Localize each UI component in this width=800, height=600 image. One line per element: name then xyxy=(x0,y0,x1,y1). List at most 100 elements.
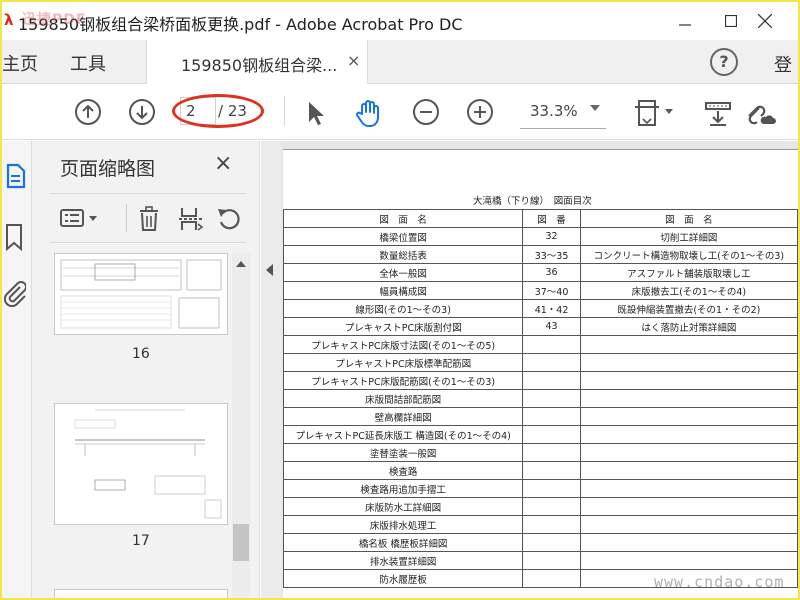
title-bar: λ 159850钢板组合梁桥面板更换.pdf - Adobe Acrobat P… xyxy=(2,2,798,40)
table-cell: 床版間詰部配筋図 xyxy=(282,389,524,408)
acrobat-window: λ 159850钢板组合梁桥面板更换.pdf - Adobe Acrobat P… xyxy=(2,2,798,598)
logo-watermark: 迅捷PDF xyxy=(22,12,87,28)
table-cell xyxy=(579,497,798,516)
document-view[interactable]: 大滝橋（下り線） 図面目次 図 面 名 図 番 図 面 名 橋梁位置図 32 切削工… xyxy=(281,141,798,598)
link-cloud-icon[interactable] xyxy=(742,96,778,130)
table-cell: はく落防止対策詳細図 xyxy=(579,317,798,336)
table-cell: 既設伸縮装置撤去(その1・その2) xyxy=(579,299,798,318)
table-row: プレキャストPC床版配筋図(その1～その3) xyxy=(282,371,798,390)
table-cell: 壁高欄詳細図 xyxy=(282,407,524,426)
table-row: 検査路 xyxy=(282,461,798,480)
table-cell: プレキャストPC延長床版工 構造図(その1～その4) xyxy=(282,425,524,444)
zoom-dropdown-icon[interactable] xyxy=(590,105,600,111)
panel-title: 页面缩略图 xyxy=(60,158,156,180)
zoom-out-icon[interactable] xyxy=(410,96,442,128)
main-toolbar: 2 / 23 33.3% xyxy=(2,84,798,140)
trash-icon[interactable] xyxy=(136,204,162,234)
help-icon[interactable]: ? xyxy=(710,48,738,76)
thumbnails-icon[interactable] xyxy=(2,161,30,191)
table-cell xyxy=(522,407,581,426)
zoom-level[interactable]: 33.3% xyxy=(530,102,578,120)
table-row: 線形図(その1～その3) 41・42 既設伸縮装置撤去(その1・その2) xyxy=(282,299,798,318)
table-cell xyxy=(522,353,581,372)
table-cell xyxy=(579,389,798,408)
thumbnail-drawing xyxy=(74,409,222,519)
table-cell xyxy=(579,551,798,570)
table-cell xyxy=(522,335,581,354)
select-arrow-icon[interactable] xyxy=(302,98,330,128)
login-link[interactable]: 登 xyxy=(774,51,792,77)
table-cell xyxy=(579,461,798,480)
extract-page-icon[interactable] xyxy=(176,204,206,234)
table-cell: 数量総括表 xyxy=(282,245,524,264)
panel-collapse-handle[interactable] xyxy=(261,141,281,598)
bookmark-icon[interactable] xyxy=(2,221,26,253)
column-header: 図 面 名 xyxy=(579,209,798,228)
table-header-row: 図 面 名 図 番 図 面 名 xyxy=(282,209,798,228)
table-row: 橋梁位置図 32 切削工詳細図 xyxy=(282,227,798,246)
home-tab[interactable]: 主页 xyxy=(2,50,38,76)
close-window-button[interactable] xyxy=(742,6,788,36)
table-cell: 線形図(その1～その3) xyxy=(282,299,524,318)
document-tab[interactable]: 159850钢板组合梁... × xyxy=(146,40,368,84)
table-cell xyxy=(522,533,581,552)
thumbnail-page-17[interactable] xyxy=(54,403,228,525)
pdf-page: 大滝橋（下り線） 図面目次 図 面 名 図 番 図 面 名 橋梁位置図 32 切削工… xyxy=(282,149,798,598)
table-cell: 排水装置詳細図 xyxy=(282,551,524,570)
table-row: プレキャストPC床版標準配筋図 xyxy=(282,353,798,372)
toolbar-divider xyxy=(284,96,285,126)
thumbnail-drawing xyxy=(60,259,222,329)
document-heading: 大滝橋（下り線） 図面目次 xyxy=(473,196,592,207)
site-watermark: www.cndao.com xyxy=(654,573,785,591)
table-cell xyxy=(579,515,798,534)
table-cell: 全体一般図 xyxy=(282,263,524,282)
minimize-button[interactable] xyxy=(662,6,708,36)
table-cell xyxy=(522,479,581,498)
table-cell: 幅員構成図 xyxy=(282,281,524,300)
table-cell xyxy=(522,461,581,480)
table-cell xyxy=(579,353,798,372)
table-cell xyxy=(522,389,581,408)
table-cell xyxy=(522,497,581,516)
table-row: 全体一般図 36 アスファルト舗装版取壊し工 xyxy=(282,263,798,282)
minimize-icon xyxy=(679,24,691,26)
scroll-up-icon[interactable] xyxy=(236,261,246,267)
table-row: 幅員構成図 37～40 床版撤去工(その1～その4) xyxy=(282,281,798,300)
table-cell: 床版排水処理工 xyxy=(282,515,524,534)
document-tab-label: 159850钢板组合梁... xyxy=(181,56,338,75)
acrobat-app-icon: λ xyxy=(4,11,14,29)
table-cell: 床版撤去工(その1～その4) xyxy=(579,281,798,300)
panel-close-icon[interactable]: × xyxy=(214,151,232,176)
hand-icon[interactable] xyxy=(352,96,386,130)
arrow-up-circle-icon[interactable] xyxy=(72,96,104,128)
table-cell: 37～40 xyxy=(522,281,581,300)
tools-tab[interactable]: 工具 xyxy=(70,50,106,76)
navigation-pane-strip xyxy=(2,141,32,598)
table-cell xyxy=(522,551,581,570)
table-cell: 塗替塗装一般図 xyxy=(282,443,524,462)
table-row: 床版間詰部配筋図 xyxy=(282,389,798,408)
document-tab-close-icon[interactable]: × xyxy=(347,51,360,70)
rotate-icon[interactable] xyxy=(214,204,244,234)
zoom-field-underline xyxy=(520,128,606,129)
table-cell: アスファルト舗装版取壊し工 xyxy=(579,263,798,282)
table-cell: 検査路 xyxy=(282,461,524,480)
table-cell: 橋名板 橋歴板詳細図 xyxy=(282,533,524,552)
options-menu-icon[interactable] xyxy=(58,205,102,231)
table-cell xyxy=(579,407,798,426)
table-cell: 橋梁位置図 xyxy=(282,227,524,246)
thumbnail-page-18[interactable] xyxy=(54,589,228,598)
collapse-arrow-icon[interactable] xyxy=(266,264,273,276)
zoom-in-icon[interactable] xyxy=(464,96,496,128)
arrow-down-circle-icon[interactable] xyxy=(126,96,158,128)
table-row: 壁高欄詳細図 xyxy=(282,407,798,426)
paperclip-icon[interactable] xyxy=(2,277,28,309)
table-row: 排水装置詳細図 xyxy=(282,551,798,570)
column-header: 図 面 名 xyxy=(282,209,524,228)
scrollbar-thumb[interactable] xyxy=(233,524,249,561)
close-icon xyxy=(758,14,772,28)
page-fit-icon[interactable] xyxy=(632,96,678,130)
table-cell: 防水履歴板 xyxy=(282,569,524,588)
scan-icon[interactable] xyxy=(702,96,734,130)
thumbnail-page-16[interactable] xyxy=(54,253,228,335)
